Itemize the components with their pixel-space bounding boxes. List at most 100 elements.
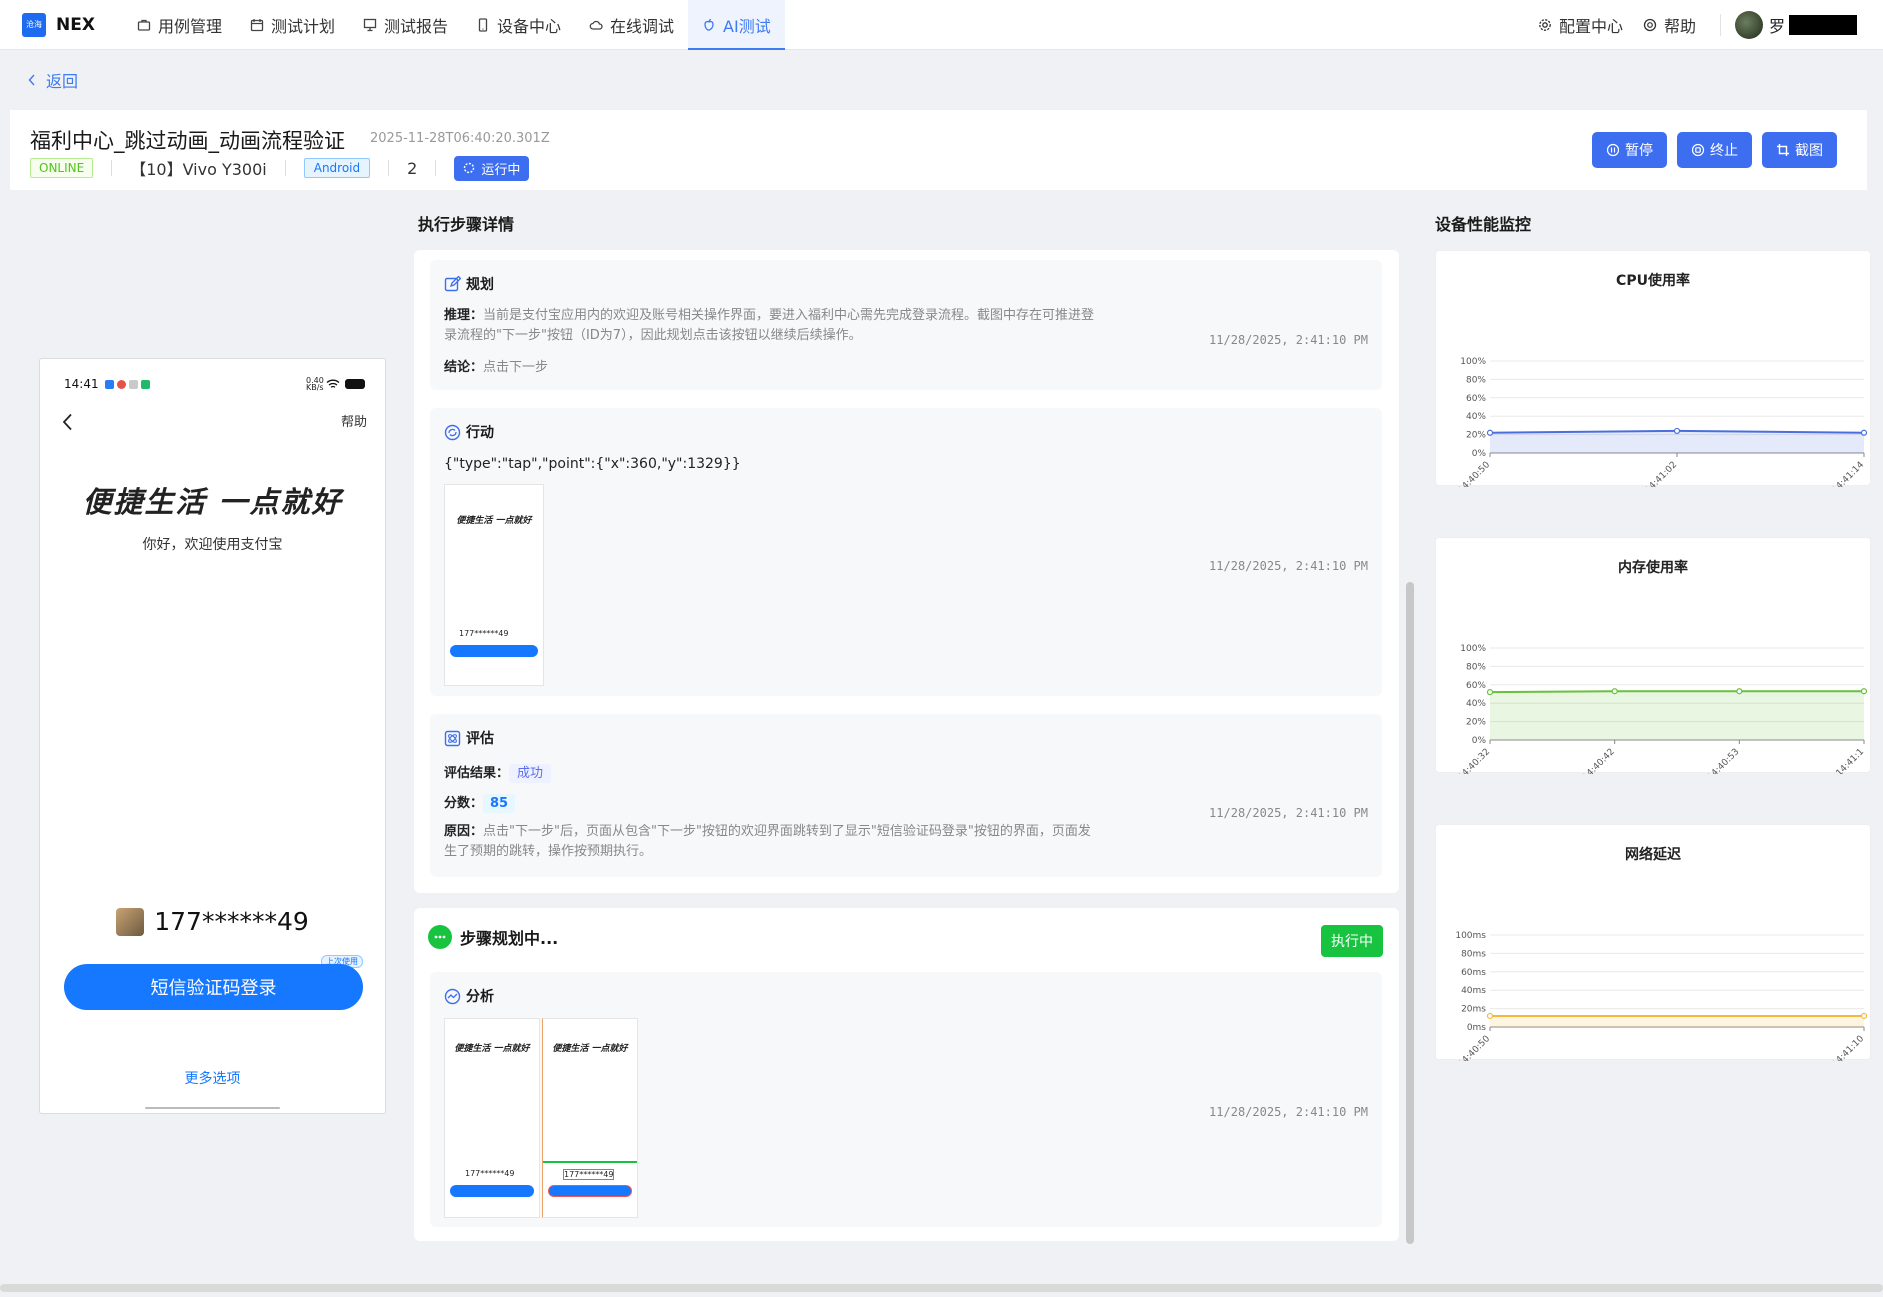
thumb-number: 177******49 [465, 1169, 515, 1178]
y-tick-label: 0% [1472, 449, 1487, 459]
evaluation-card-title: 评估 [466, 731, 494, 747]
logo-text: NEX [56, 14, 95, 35]
thumb-title: 便捷生活 一点就好 [552, 1044, 628, 1054]
x-tick-label: 14:41:14 [1830, 460, 1866, 487]
nav-item-debug[interactable]: 在线调试 [575, 0, 688, 50]
config-center-button[interactable]: 配置中心 [1528, 0, 1633, 50]
screenshot-button[interactable]: 截图 [1762, 132, 1837, 168]
phone-account-number: 177******49 [154, 907, 309, 936]
data-point [1673, 427, 1681, 435]
chart-title: 网络延迟 [1625, 847, 1681, 863]
action-screenshot-thumb[interactable]: 便捷生活 一点就好 177******49 [444, 484, 544, 686]
logo-mark: 沧海 [22, 12, 46, 37]
score-badge: 85 [483, 794, 516, 813]
series-area [1490, 1015, 1864, 1027]
sms-login-button[interactable]: 短信验证码登录 [64, 964, 363, 1010]
nav-item-cases[interactable]: 用例管理 [123, 0, 236, 50]
y-tick-label: 0ms [1467, 1023, 1486, 1033]
action-card-title: 行动 [466, 425, 494, 441]
series-area [1490, 691, 1864, 740]
phone-account-avatar [116, 907, 145, 936]
back-label: 返回 [46, 72, 79, 91]
conclusion-text: 点击下一步 [483, 360, 549, 375]
pause-button[interactable]: 暂停 [1592, 132, 1667, 168]
reason-text: 点击"下一步"后，页面从包含"下一步"按钮的欢迎界面跳转到了显示"短信验证码登录… [483, 824, 1091, 839]
evaluation-card-header: 评估 [444, 728, 494, 748]
result-badge: 成功 [509, 764, 552, 783]
task-meta: ONLINE 【10】Vivo Y300i Android 2 运行中 [30, 155, 530, 181]
y-tick-label: 40% [1466, 699, 1486, 709]
phone-status-bar: 14:41 [64, 377, 153, 391]
atom-icon [444, 730, 461, 746]
plan-reason: 推理：当前是支付宝应用内的欢迎及账号相关操作界面，要进入福利中心需先完成登录流程… [444, 306, 1164, 346]
horizontal-scrollbar[interactable] [0, 1284, 1883, 1292]
nav-item-label: 用例管理 [157, 16, 222, 36]
action-card: 行动 {"type":"tap","point":{"x":360,"y":13… [430, 408, 1382, 696]
spinner-icon [464, 162, 475, 174]
nav-item-devices[interactable]: 设备中心 [462, 0, 575, 50]
score-label: 分数： [444, 796, 484, 811]
help-label: 帮助 [1663, 16, 1696, 36]
thumb-login-button [450, 645, 538, 657]
divider [284, 160, 286, 176]
gear-icon [1539, 18, 1551, 31]
battery-icon [345, 379, 365, 389]
help-button[interactable]: 帮助 [1633, 0, 1706, 50]
help-icon [1643, 18, 1657, 31]
briefcase-icon [137, 19, 151, 31]
x-tick-label: 14:40:53 [1706, 747, 1742, 774]
phone-time: 14:41 [64, 377, 99, 391]
plan-timestamp: 11/28/2025, 2:41:10 PM [1209, 333, 1368, 347]
action-card-header: 行动 [444, 422, 494, 442]
y-tick-label: 0% [1472, 736, 1487, 746]
analysis-timestamp: 11/28/2025, 2:41:10 PM [1209, 1105, 1368, 1119]
cloud-icon [589, 20, 603, 30]
nav-item-label: 设备中心 [497, 16, 562, 36]
evaluation-score: 分数： 85 [444, 792, 516, 813]
phone-back-icon[interactable] [62, 413, 73, 431]
logo[interactable]: 沧海 NEX [22, 12, 95, 37]
analysis-card-title: 分析 [466, 989, 494, 1005]
device-screen[interactable]: 14:41 0.40 KB/s 帮助 便捷生活 一点就好 你好，欢迎使用支付宝 … [39, 358, 386, 1114]
y-tick-label: 100% [1460, 644, 1486, 654]
calendar-icon [250, 18, 264, 31]
net-speed: 0.40 KB/s [306, 376, 324, 392]
analysis-screenshot-thumb[interactable]: 便捷生活 一点就好 177******49 [444, 1018, 540, 1218]
nav-item-plans[interactable]: 测试计划 [236, 0, 349, 50]
phone-help-link[interactable]: 帮助 [341, 411, 367, 430]
more-options-link[interactable]: 更多选项 [40, 1068, 385, 1088]
nav-item-ai-test[interactable]: AI测试 [688, 0, 785, 50]
phone-account[interactable]: 177******49 [40, 907, 385, 936]
pause-label: 暂停 [1625, 143, 1653, 159]
thumb-title: 便捷生活 一点就好 [454, 1044, 530, 1054]
reason-text: 生了预期的跳转，操作按预期执行。 [444, 844, 653, 859]
nav-item-reports[interactable]: 测试报告 [349, 0, 462, 50]
home-indicator [145, 1107, 280, 1109]
evaluation-timestamp: 11/28/2025, 2:41:10 PM [1209, 806, 1368, 820]
planning-title: 步骤规划中... [460, 929, 559, 948]
refresh-icon [444, 424, 461, 440]
reason-label: 推理： [444, 308, 484, 323]
avatar[interactable] [1734, 10, 1763, 39]
back-link[interactable]: 返回 [28, 68, 78, 92]
data-point [1736, 688, 1743, 695]
y-tick-label: 40ms [1461, 986, 1486, 996]
edit-icon [444, 275, 461, 291]
device-name: 【10】Vivo Y300i [130, 160, 267, 179]
stop-button[interactable]: 终止 [1677, 132, 1752, 168]
conclusion-label: 结论： [444, 360, 484, 375]
reason-label: 原因： [444, 824, 484, 839]
x-tick-label: 14:40:50 [1456, 1034, 1492, 1061]
thumb-login-button [548, 1185, 632, 1197]
user-name[interactable]: 罗 [1769, 13, 1785, 37]
y-tick-label: 60% [1466, 681, 1486, 691]
analysis-annotated-thumb[interactable]: 便捷生活 一点就好 177******49 [542, 1018, 638, 1218]
notification-icons [104, 379, 153, 389]
config-center-label: 配置中心 [1558, 16, 1623, 36]
reason-text: 录流程的"下一步"按钮（ID为7），因此规划点击该按钮以继续后续操作。 [444, 328, 862, 343]
divider [1719, 13, 1721, 36]
steps-scrollbar[interactable] [1406, 582, 1414, 1244]
x-tick-label: 14:40:32 [1456, 747, 1492, 774]
evaluation-reason: 原因：点击"下一步"后，页面从包含"下一步"按钮的欢迎界面跳转到了显示"短信验证… [444, 822, 1164, 862]
data-point [1486, 689, 1494, 696]
